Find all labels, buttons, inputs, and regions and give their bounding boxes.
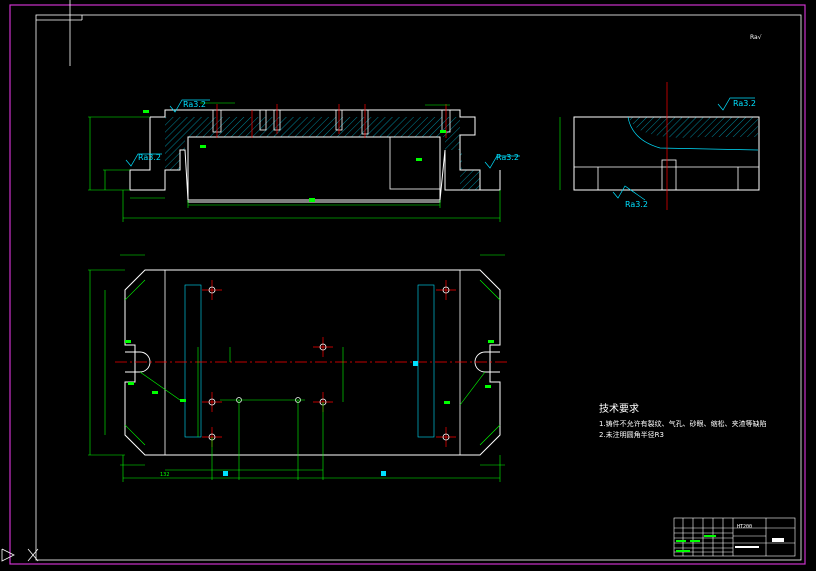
- ra-side-bottom: Ra3.2: [625, 200, 648, 209]
- plan-dim-markers: [125, 340, 494, 404]
- sheet-frame: [1, 0, 806, 565]
- tech-requirements: 技术要求 1.铸件不允许有裂纹、气孔、砂眼、缩松、夹渣等缺陷 2.未注明圆角半径…: [599, 402, 767, 439]
- plan-view: 132: [88, 254, 510, 482]
- title-block-marks: [676, 535, 716, 552]
- ra-front-right: Ra3.2: [496, 153, 519, 162]
- front-hatch: [165, 117, 480, 190]
- dim-bottom-left-offset: 132: [160, 472, 170, 478]
- side-ra-symbols: [612, 97, 755, 201]
- outer-border: [9, 4, 806, 565]
- ra-front-left: Ra3.2: [138, 153, 161, 162]
- plan-outline: [124, 269, 501, 456]
- side-view: Ra3.2 Ra3.2: [559, 82, 760, 210]
- tech-line-1: 1.铸件不允许有裂纹、气孔、砂眼、缩松、夹渣等缺陷: [599, 419, 767, 428]
- plan-hidden-right: [417, 284, 435, 438]
- plan-cyan-markers: [223, 361, 418, 476]
- plan-dimensions: [88, 254, 505, 482]
- front-section-view: Ra3.2 Ra3.2 Ra3.2: [88, 99, 520, 222]
- title-block: [673, 517, 796, 557]
- tech-title: 技术要求: [599, 402, 639, 415]
- plan-hidden-left: [184, 284, 202, 438]
- tech-line-2: 2.未注明圆角半径R3: [599, 430, 664, 439]
- front-inner-cavity: [187, 136, 441, 203]
- front-right-boss: [389, 136, 441, 190]
- side-hatch: [628, 117, 758, 138]
- ra-side-top: Ra3.2: [733, 99, 756, 108]
- cad-drawing: Ra√ Ra3.2 Ra3.2 Ra3.2 Ra3.2 Ra3.2 132 技术…: [1, 0, 806, 565]
- roughness-corner-note: Ra√: [750, 34, 762, 41]
- ucs-icon: [1, 548, 39, 562]
- ra-front-top: Ra3.2: [183, 100, 206, 109]
- side-slot: [661, 159, 677, 191]
- title-block-material: HT200: [737, 524, 752, 530]
